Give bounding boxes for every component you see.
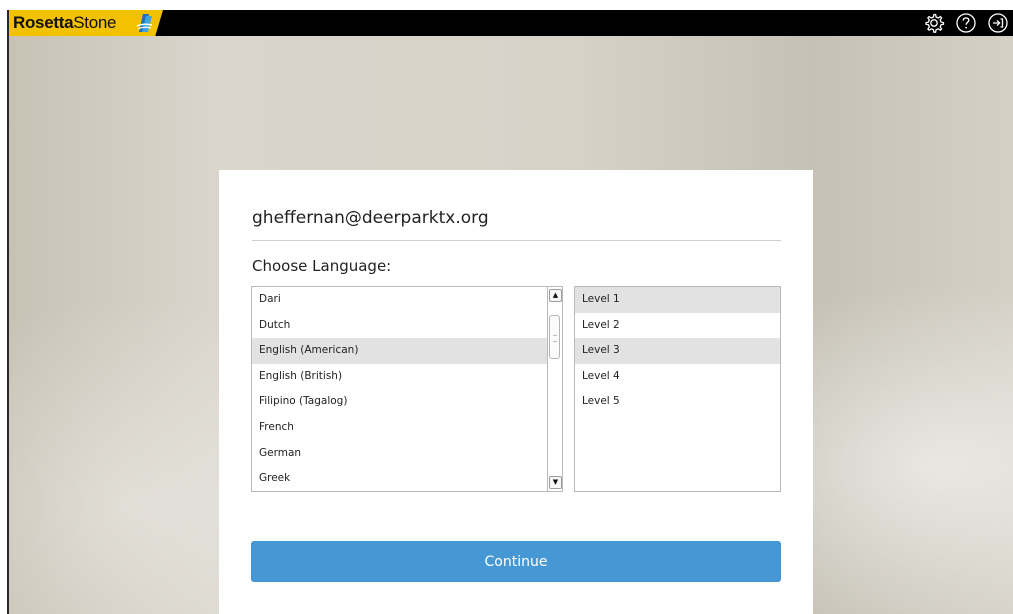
help-icon[interactable]	[955, 12, 977, 34]
language-item[interactable]: Greek	[252, 466, 547, 491]
logo-mark-icon	[136, 14, 153, 32]
rosetta-stone-logo: RosettaStone	[9, 10, 163, 36]
scroll-thumb[interactable]	[549, 315, 560, 359]
gear-icon[interactable]	[923, 12, 945, 34]
continue-button[interactable]: Continue	[251, 541, 781, 582]
language-items: Dari Dutch English (American) English (B…	[252, 287, 547, 491]
language-item-selected[interactable]: English (American)	[252, 338, 547, 364]
top-bar: RosettaStone	[9, 10, 1013, 36]
user-email: gheffernan@deerparktx.org	[252, 208, 489, 228]
logo-text-bold: Rosetta	[13, 13, 74, 32]
signout-icon[interactable]	[987, 12, 1009, 34]
language-item[interactable]: Filipino (Tagalog)	[252, 389, 547, 415]
scroll-up-arrow-icon[interactable]: ▲	[549, 289, 562, 302]
divider	[252, 240, 781, 241]
level-list[interactable]: Level 1 Level 2 Level 3 Level 4 Level 5	[574, 286, 781, 492]
level-item[interactable]: Level 5	[575, 389, 780, 415]
logo-text-light: Stone	[73, 13, 117, 32]
language-item[interactable]: French	[252, 415, 547, 441]
language-list[interactable]: Dari Dutch English (American) English (B…	[251, 286, 563, 492]
language-item[interactable]: German	[252, 441, 547, 467]
app-window: RosettaStone gheffernan@deerparktx.org C…	[0, 0, 1013, 614]
scroll-down-arrow-icon[interactable]: ▼	[549, 476, 562, 489]
login-panel: gheffernan@deerparktx.org Choose Languag…	[219, 170, 813, 614]
language-item[interactable]: Dari	[252, 287, 547, 313]
toolbar-icons	[923, 12, 1009, 34]
choose-language-label: Choose Language:	[252, 257, 392, 275]
top-margin	[0, 0, 1013, 10]
level-item-highlighted[interactable]: Level 1	[575, 287, 780, 313]
language-item[interactable]: English (British)	[252, 364, 547, 390]
level-item-highlighted[interactable]: Level 3	[575, 338, 780, 364]
language-list-scrollbar[interactable]: ▲ ▼	[547, 287, 562, 491]
language-item[interactable]: Dutch	[252, 313, 547, 339]
level-item[interactable]: Level 4	[575, 364, 780, 390]
window-edge	[0, 0, 9, 614]
level-item[interactable]: Level 2	[575, 313, 780, 339]
